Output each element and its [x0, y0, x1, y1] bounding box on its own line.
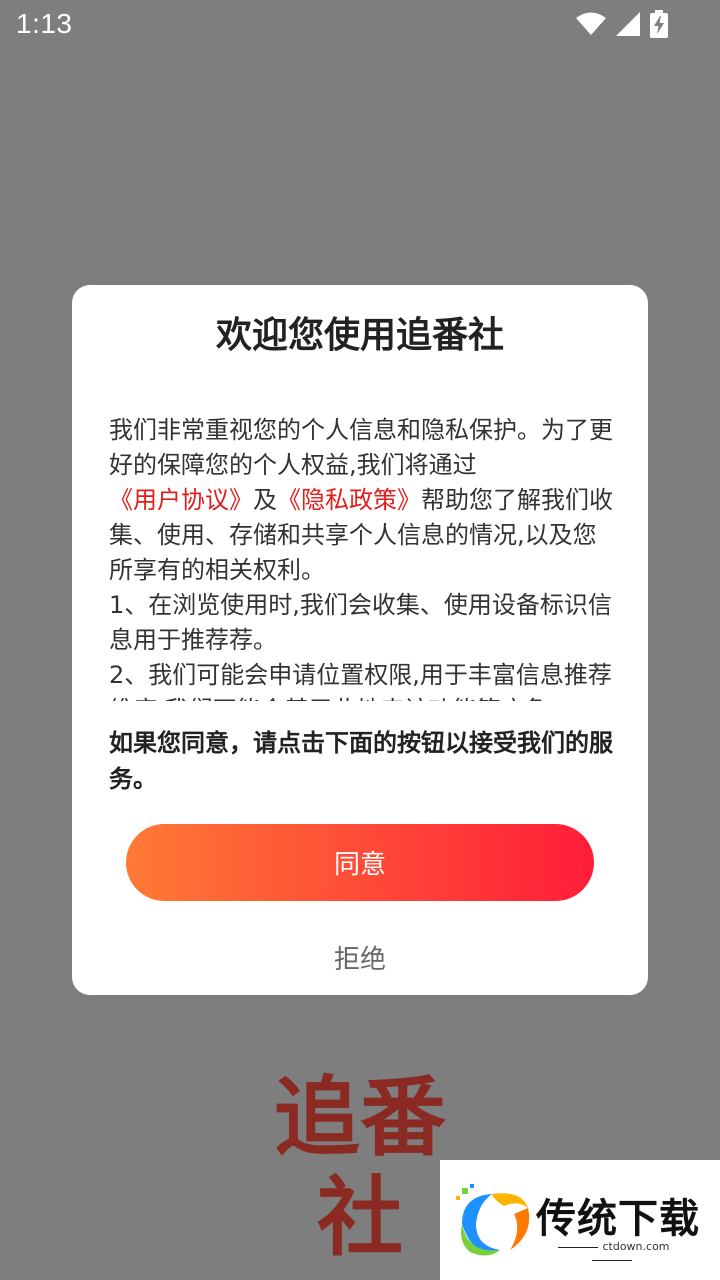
- dialog-body-scroll[interactable]: 我们非常重视您的个人信息和隐私保护。为了更好的保障您的个人权益,我们将通过《用户…: [109, 413, 613, 701]
- wifi-icon: [576, 12, 606, 35]
- status-icons: [576, 10, 668, 38]
- watermark-domain: ctdown.com: [536, 1240, 688, 1266]
- user-agreement-link[interactable]: 《用户协议》: [109, 486, 253, 514]
- body-paragraph-3: 2、我们可能会申请位置权限,用于丰富信息推荐维度,我们不能会基于此地来该功能等应…: [109, 661, 612, 701]
- signal-icon: [616, 12, 640, 36]
- status-bar: 1:13: [0, 0, 720, 50]
- reject-button[interactable]: 拒绝: [260, 933, 460, 981]
- body-text: 及: [253, 486, 277, 514]
- battery-charging-icon: [650, 10, 668, 38]
- agree-button[interactable]: 同意: [126, 824, 594, 901]
- watermark-brand: 传统下载: [536, 1196, 700, 1242]
- background-app-logo: 追番社: [274, 1068, 446, 1268]
- privacy-dialog: 欢迎您使用追番社 我们非常重视您的个人信息和隐私保护。为了更好的保障您的个人权益…: [72, 285, 648, 995]
- body-paragraph-2: 1、在浏览使用时,我们会收集、使用设备标识信息用于推荐荐。: [109, 591, 612, 654]
- dialog-title: 欢迎您使用追番社: [215, 315, 504, 356]
- watermark: 传统下载 ctdown.com: [440, 1160, 720, 1280]
- body-text: 我们非常重视您的个人信息和隐私保护。为了更好的保障您的个人权益,我们将通过: [109, 416, 613, 479]
- privacy-policy-link[interactable]: 《隐私政策》: [277, 486, 421, 514]
- body-paragraph-1: 我们非常重视您的个人信息和隐私保护。为了更好的保障您的个人权益,我们将通过《用户…: [109, 413, 613, 588]
- ctdown-logo-icon: [456, 1184, 530, 1256]
- status-time: 1:13: [16, 8, 73, 39]
- confirm-text: 如果您同意，请点击下面的按钮以接受我们的服务。: [109, 729, 613, 793]
